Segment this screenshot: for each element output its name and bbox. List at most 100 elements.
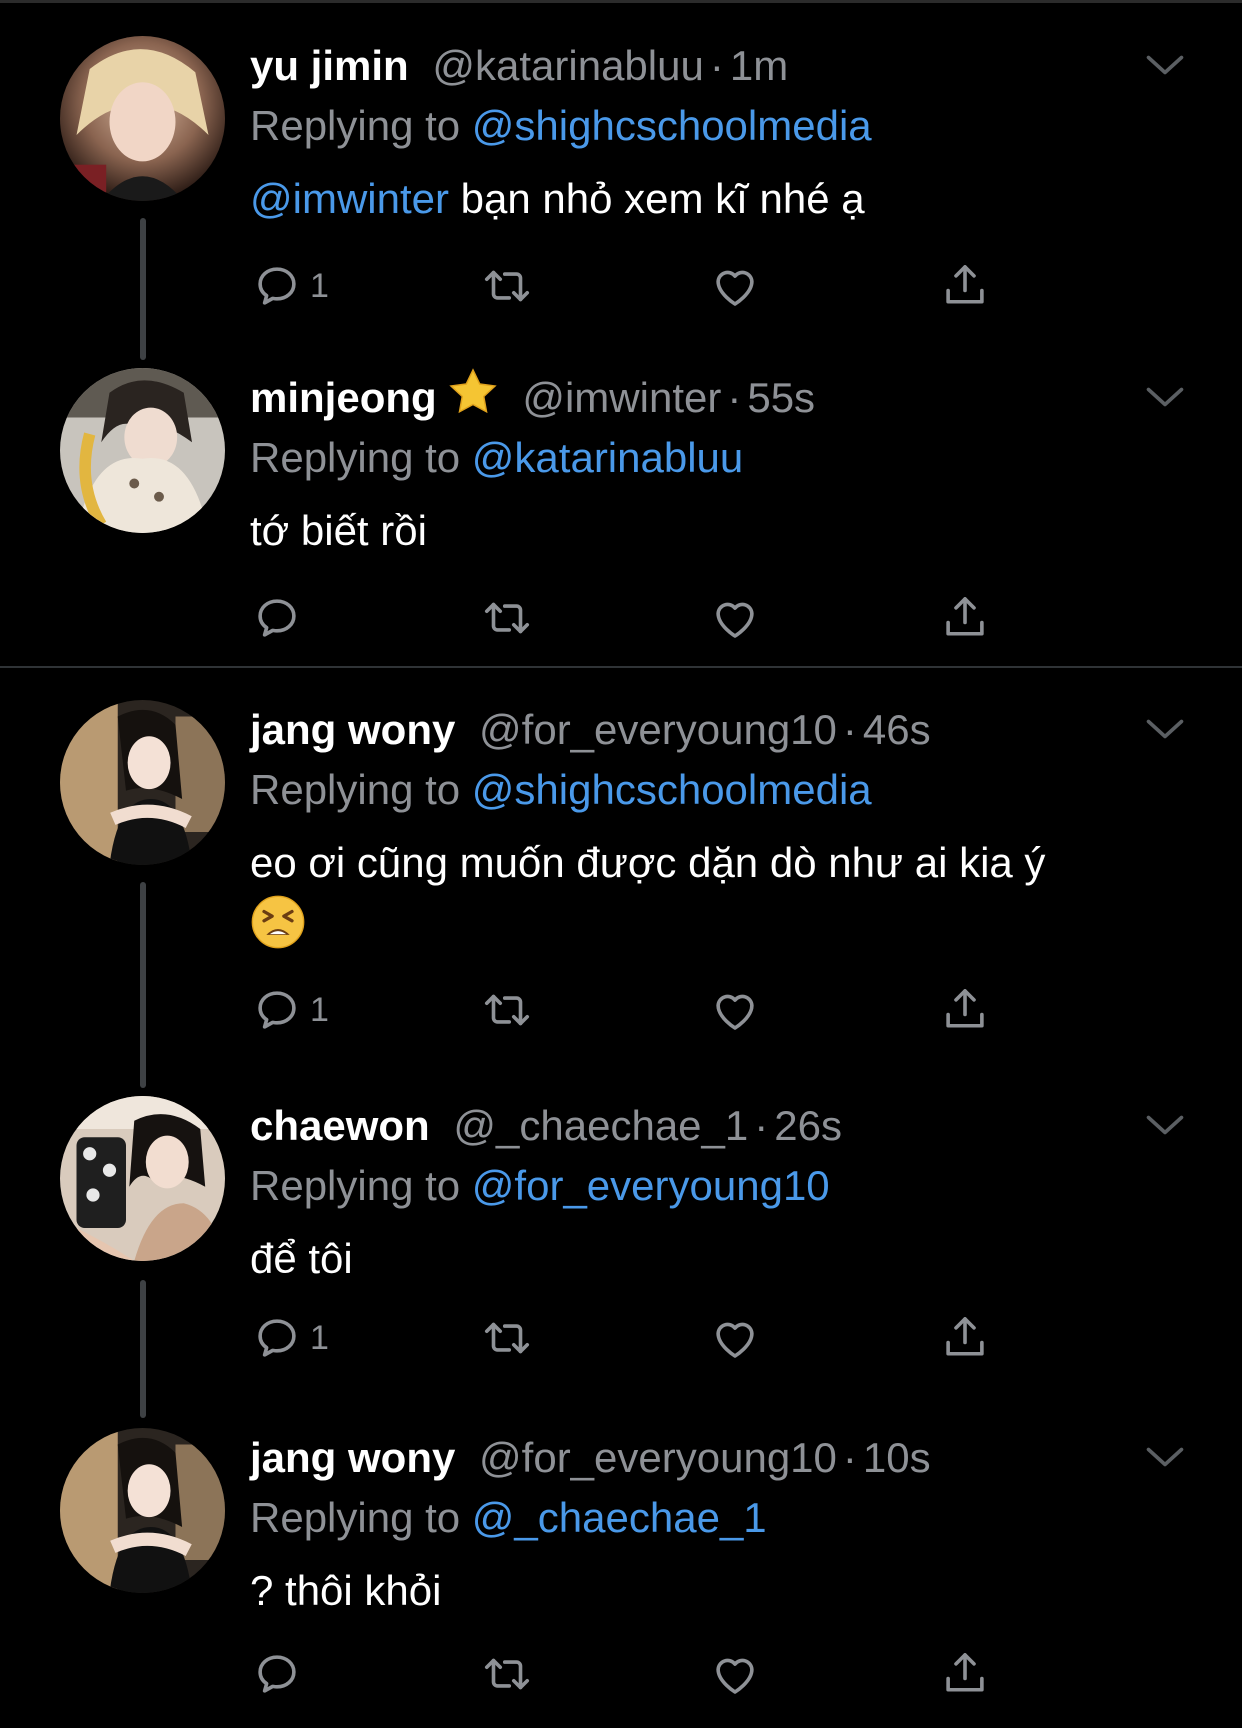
retweet-button[interactable] xyxy=(480,1644,534,1704)
share-button[interactable] xyxy=(938,1644,992,1704)
dot-separator: · xyxy=(727,374,742,421)
share-icon xyxy=(938,1647,992,1701)
reply-icon xyxy=(250,259,304,313)
share-button[interactable] xyxy=(938,256,992,316)
like-icon xyxy=(708,1311,762,1365)
tweet-text: ? thôi khỏi xyxy=(250,1560,1200,1622)
reply-button[interactable] xyxy=(250,1644,310,1704)
tweet-header: yu jimin @katarinabluu · 1m xyxy=(250,36,788,96)
share-button[interactable] xyxy=(938,980,992,1040)
reply-icon xyxy=(250,1311,304,1365)
retweet-icon xyxy=(480,259,534,313)
like-icon xyxy=(708,259,762,313)
retweet-button[interactable] xyxy=(480,980,534,1040)
like-button[interactable] xyxy=(708,588,762,648)
retweet-button[interactable] xyxy=(480,588,534,648)
user-handle[interactable]: @katarinabluu xyxy=(432,42,703,89)
like-button[interactable] xyxy=(708,1644,762,1704)
avatar[interactable] xyxy=(60,36,225,201)
tweet-actions: 1 xyxy=(250,980,1010,1040)
user-handle[interactable]: @for_everyoung10 xyxy=(479,1434,837,1481)
display-name[interactable]: minjeong xyxy=(250,374,437,421)
chevron-down-icon[interactable] xyxy=(1144,714,1186,744)
like-button[interactable] xyxy=(708,980,762,1040)
avatar[interactable] xyxy=(60,1428,225,1593)
tired-face-emoji-icon xyxy=(250,894,306,950)
tweet-text: @imwinter bạn nhỏ xem kĩ nhé ạ xyxy=(250,168,1200,230)
body-text: để tôi xyxy=(250,1235,353,1282)
tweet-actions: 1 xyxy=(250,1308,1010,1368)
replying-to-mention[interactable]: @for_everyoung10 xyxy=(472,1162,830,1209)
tweet-actions xyxy=(250,1644,1010,1704)
replying-to: Replying to @shighcschoolmedia xyxy=(250,96,872,156)
replying-to-mention[interactable]: @shighcschoolmedia xyxy=(472,102,872,149)
share-icon xyxy=(938,591,992,645)
dot-separator: · xyxy=(709,42,724,89)
share-icon xyxy=(938,259,992,313)
timestamp[interactable]: 1m xyxy=(730,42,788,89)
reply-count: 1 xyxy=(310,266,329,305)
chevron-down-icon[interactable] xyxy=(1144,50,1186,80)
thread-connector xyxy=(140,1280,146,1418)
body-text: tớ biết rồi xyxy=(250,507,427,554)
chevron-down-icon[interactable] xyxy=(1144,1442,1186,1472)
tweet-header: chaewon @_chaechae_1 · 26s xyxy=(250,1096,842,1156)
top-divider xyxy=(0,0,1242,3)
dot-separator: · xyxy=(842,1434,857,1481)
user-handle[interactable]: @for_everyoung10 xyxy=(479,706,837,753)
user-handle[interactable]: @_chaechae_1 xyxy=(453,1102,748,1149)
display-name[interactable]: chaewon xyxy=(250,1102,430,1149)
reply-count: 1 xyxy=(310,1318,329,1357)
tweet-text: eo ơi cũng muốn được dặn dò như ai kia ý xyxy=(250,832,1200,959)
share-button[interactable] xyxy=(938,588,992,648)
replying-to: Replying to @for_everyoung10 xyxy=(250,1156,830,1216)
tweet-text: để tôi xyxy=(250,1228,1200,1290)
avatar[interactable] xyxy=(60,368,225,533)
reply-button[interactable] xyxy=(250,588,310,648)
like-icon xyxy=(708,591,762,645)
body-text: bạn nhỏ xem kĩ nhé ạ xyxy=(449,175,865,222)
timestamp[interactable]: 26s xyxy=(774,1102,842,1149)
replying-to-label: Replying to xyxy=(250,1494,461,1541)
tweet-header: jang wony @for_everyoung10 · 10s xyxy=(250,1428,931,1488)
share-button[interactable] xyxy=(938,1308,992,1368)
body-text: ? thôi khỏi xyxy=(250,1567,442,1614)
user-handle[interactable]: @imwinter xyxy=(522,374,721,421)
chevron-down-icon[interactable] xyxy=(1144,382,1186,412)
replying-to-mention[interactable]: @shighcschoolmedia xyxy=(472,766,872,813)
dot-separator: · xyxy=(754,1102,769,1149)
like-button[interactable] xyxy=(708,1308,762,1368)
retweet-button[interactable] xyxy=(480,1308,534,1368)
timestamp[interactable]: 46s xyxy=(863,706,931,753)
timestamp[interactable]: 55s xyxy=(747,374,815,421)
like-icon xyxy=(708,1647,762,1701)
thread-connector xyxy=(140,218,146,360)
body-text: eo ơi cũng muốn được dặn dò như ai kia ý xyxy=(250,839,1046,886)
replying-to-mention[interactable]: @katarinabluu xyxy=(472,434,743,481)
dot-separator: · xyxy=(842,706,857,753)
reply-button[interactable]: 1 xyxy=(250,1308,329,1368)
replying-to-mention[interactable]: @_chaechae_1 xyxy=(472,1494,767,1541)
reply-button[interactable]: 1 xyxy=(250,256,329,316)
display-name[interactable]: jang wony xyxy=(250,706,455,753)
reply-button[interactable]: 1 xyxy=(250,980,329,1040)
like-icon xyxy=(708,983,762,1037)
replying-to: Replying to @shighcschoolmedia xyxy=(250,760,872,820)
reply-icon xyxy=(250,591,304,645)
reply-thread-feed: yu jimin @katarinabluu · 1m Replying to @s… xyxy=(0,0,1242,1728)
replying-to-label: Replying to xyxy=(250,1162,461,1209)
timestamp[interactable]: 10s xyxy=(863,1434,931,1481)
chevron-down-icon[interactable] xyxy=(1144,1110,1186,1140)
reply-icon xyxy=(250,983,304,1037)
avatar[interactable] xyxy=(60,1096,225,1261)
retweet-icon xyxy=(480,983,534,1037)
like-button[interactable] xyxy=(708,256,762,316)
star-emoji-icon xyxy=(443,368,503,418)
body-mention[interactable]: @imwinter xyxy=(250,175,449,222)
avatar[interactable] xyxy=(60,700,225,865)
retweet-button[interactable] xyxy=(480,256,534,316)
tweet-header: jang wony @for_everyoung10 · 46s xyxy=(250,700,931,760)
display-name[interactable]: jang wony xyxy=(250,1434,455,1481)
replying-to: Replying to @_chaechae_1 xyxy=(250,1488,767,1548)
display-name[interactable]: yu jimin xyxy=(250,42,409,89)
